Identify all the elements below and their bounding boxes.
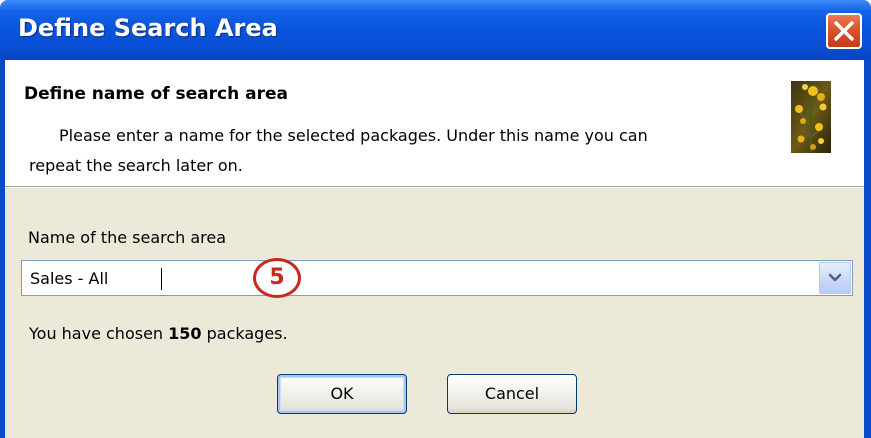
dialog-body: Define name of search area Please enter … <box>5 60 864 438</box>
status-prefix: You have chosen <box>29 324 169 343</box>
header-description: Please enter a name for the selected pac… <box>29 121 749 181</box>
cancel-button[interactable]: Cancel <box>447 374 577 414</box>
text-cursor <box>161 268 162 290</box>
window-title: Define Search Area <box>18 14 278 42</box>
wizard-plant-image <box>791 81 831 153</box>
selection-status: You have chosen 150 packages. <box>29 324 288 343</box>
close-x-icon <box>834 21 854 41</box>
title-bar[interactable]: Define Search Area <box>0 0 871 60</box>
package-count: 150 <box>168 324 202 343</box>
close-button[interactable] <box>826 13 862 49</box>
header-description-line-1: Please enter a name for the selected pac… <box>59 126 648 145</box>
wizard-header: Define name of search area Please enter … <box>5 60 864 187</box>
search-area-name-combobox[interactable] <box>21 260 853 296</box>
header-title: Define name of search area <box>24 84 288 104</box>
search-area-name-label: Name of the search area <box>28 228 227 247</box>
header-divider <box>5 187 864 188</box>
ok-button[interactable]: OK <box>277 374 407 414</box>
dropdown-button[interactable] <box>819 262 851 294</box>
header-description-line-2: repeat the search later on. <box>29 156 243 175</box>
chevron-down-icon <box>828 273 842 282</box>
dialog-window: Define Search Area Define name of search… <box>0 0 871 438</box>
step-callout-badge: 5 <box>253 258 301 298</box>
search-area-name-input[interactable] <box>22 261 812 295</box>
status-suffix: packages. <box>201 324 288 343</box>
